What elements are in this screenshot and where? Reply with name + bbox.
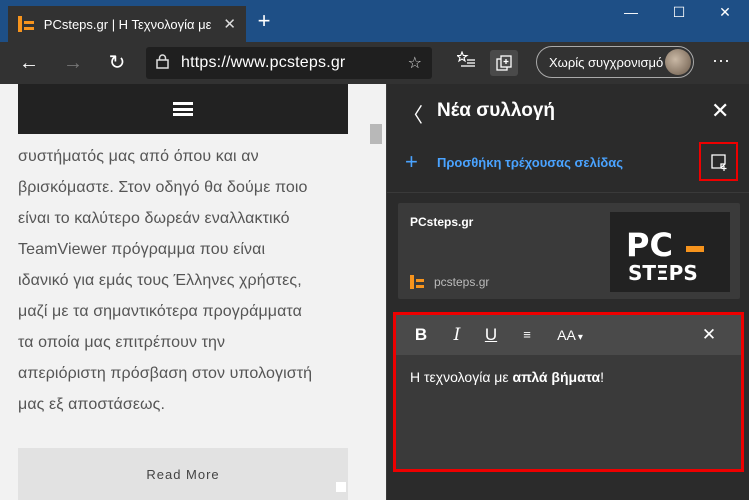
title-bar: PCsteps.gr | Η Τεχνολογία με Απλά Βήματα… (0, 0, 749, 42)
page-corner-marker (336, 482, 346, 492)
site-menu-bar (18, 84, 348, 134)
lock-icon[interactable] (156, 54, 169, 72)
card-thumbnail: PC STΞPS (610, 212, 730, 292)
collections-panel: 〈 Νέα συλλογή ✕ + Προσθήκη τρέχουσας σελ… (386, 84, 749, 500)
bold-button[interactable]: B (410, 325, 432, 345)
note-text-end: ! (600, 369, 605, 385)
more-menu-icon[interactable]: ··· (708, 50, 734, 71)
tab-pcsteps[interactable]: PCsteps.gr | Η Τεχνολογία με Απλά Βήματα… (8, 6, 246, 42)
refresh-button[interactable]: ↻ (104, 50, 130, 76)
font-size-button[interactable]: AA ▾ (552, 327, 588, 343)
add-current-page-label: Προσθήκη τρέχουσας σελίδας (437, 154, 624, 170)
article-line: απεριόριστη πρόσβαση στον υπολογιστή (18, 365, 313, 382)
plus-icon: + (405, 149, 418, 174)
note-close-icon[interactable]: ✕ (698, 325, 720, 345)
hamburger-menu-icon[interactable] (173, 102, 193, 116)
underline-button[interactable]: U (480, 325, 502, 345)
article-line: ιδανικό για εμάς τους Έλληνες χρήστες, (18, 272, 302, 289)
article-line: TeamViewer πρόγραμμα που είναι (18, 241, 266, 258)
font-size-glyph: AA (557, 327, 576, 343)
note-format-toolbar: B I U ≡ AA ▾ ✕ (396, 315, 741, 355)
italic-button[interactable]: I (446, 325, 468, 345)
minimize-button[interactable]: — (616, 4, 646, 20)
collections-header: 〈 Νέα συλλογή ✕ (387, 84, 749, 140)
collections-back-icon[interactable]: 〈 (403, 99, 423, 128)
list-button[interactable]: ≡ (516, 327, 538, 342)
divider (387, 192, 749, 193)
chevron-down-icon: ▾ (577, 332, 583, 343)
tab-close-icon[interactable]: ✕ (223, 15, 236, 33)
new-tab-button[interactable]: + (252, 8, 276, 34)
favorite-star-icon[interactable]: ☆ (408, 53, 422, 73)
page-scrollbar[interactable] (367, 84, 386, 500)
sync-label: Χωρίς συγχρονισμό (549, 54, 664, 70)
add-note-button[interactable] (699, 142, 738, 181)
sync-profile-button[interactable]: Χωρίς συγχρονισμό (536, 46, 694, 78)
web-page: να έχουμε τον πλήρη έλεγχο του συστήματό… (0, 84, 386, 500)
pcsteps-favicon (18, 16, 34, 32)
logo-text-bottom: STΞPS (628, 261, 698, 285)
url-text[interactable]: https://www.pcsteps.gr (181, 54, 345, 72)
back-button[interactable]: ← (16, 50, 42, 76)
article-line: είναι το καλύτερο δωρεάν εναλλακτικό (18, 210, 290, 227)
window-close-button[interactable]: ✕ (710, 4, 740, 21)
collection-title[interactable]: Νέα συλλογή (437, 100, 555, 122)
card-title: PCsteps.gr (410, 215, 474, 229)
note-text-bold: απλά βήματα (512, 369, 601, 385)
article-line: συστήματός μας από όπου και αν (18, 148, 259, 165)
article-line: τα οποία μας επιτρέπουν την (18, 334, 226, 351)
note-text-plain: Η τεχνολογία με (410, 369, 513, 385)
avatar (665, 49, 691, 75)
panel-footer (387, 476, 749, 500)
card-url: pcsteps.gr (434, 275, 490, 289)
read-more-button[interactable]: Read More (18, 448, 348, 500)
article-line: μαζί με τα σημαντικότερα προγράμματα (18, 303, 302, 320)
logo-text-top: PC (626, 226, 673, 264)
article-text: να έχουμε τον πλήρη έλεγχο του συστήματό… (18, 110, 354, 420)
add-current-page-button[interactable]: + Προσθήκη τρέχουσας σελίδας (387, 140, 749, 184)
scrollbar-thumb[interactable] (370, 124, 382, 144)
forward-button[interactable]: → (60, 50, 86, 76)
pcsteps-favicon (410, 275, 424, 289)
address-bar[interactable]: https://www.pcsteps.gr ☆ (146, 47, 432, 79)
note-text[interactable]: Η τεχνολογία με απλά βήματα! (410, 369, 604, 385)
maximize-button[interactable]: ☐ (664, 4, 694, 21)
close-collections-icon[interactable]: ✕ (711, 98, 729, 124)
article-line: βρισκόμαστε. Στον οδηγό θα δούμε ποιο (18, 179, 308, 196)
browser-toolbar: ← → ↻ https://www.pcsteps.gr ☆ Χωρίς συγ… (0, 42, 749, 84)
add-note-icon (710, 153, 726, 171)
favorites-icon[interactable] (452, 50, 480, 76)
collections-icon[interactable] (490, 50, 518, 76)
article-line: μας εξ αποστάσεως. (18, 396, 166, 413)
collection-item-card[interactable]: PCsteps.gr pcsteps.gr PC STΞPS (398, 203, 740, 299)
card-site: pcsteps.gr (410, 275, 489, 289)
note-editor[interactable]: B I U ≡ AA ▾ ✕ Η τεχνολογία με απλά βήματ… (393, 312, 744, 472)
tab-title: PCsteps.gr | Η Τεχνολογία με Απλά Βήματα (43, 16, 214, 32)
